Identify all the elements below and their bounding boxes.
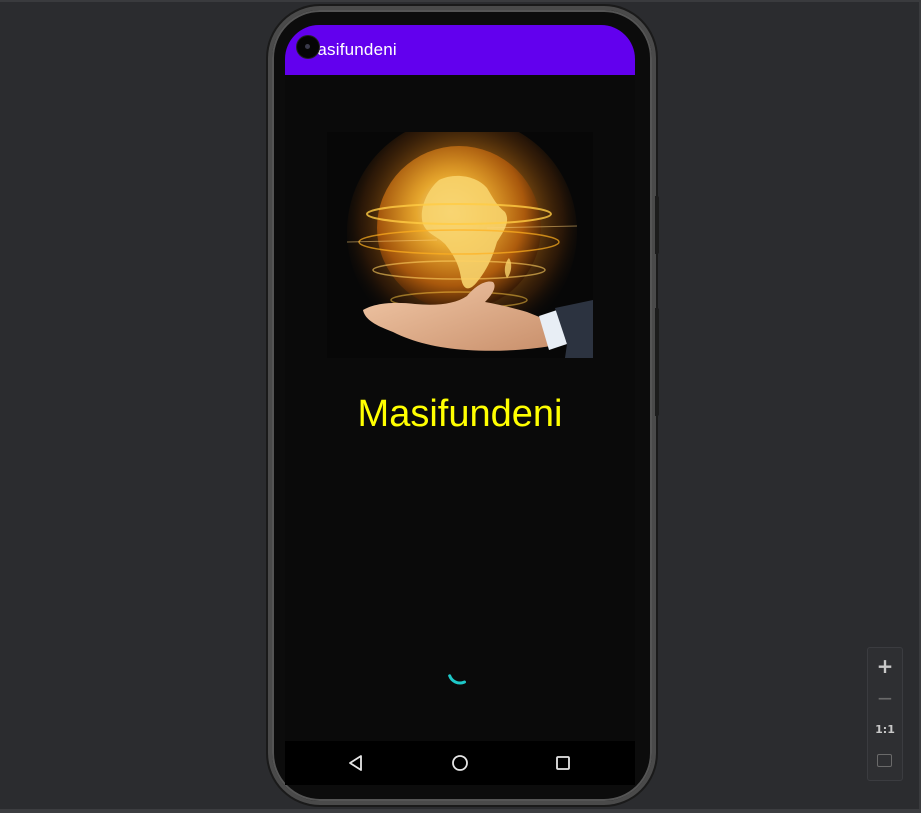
device-screen: Masifundeni Masifundeni xyxy=(285,25,635,785)
fit-screen-icon xyxy=(877,754,892,767)
volume-button[interactable] xyxy=(655,196,659,254)
zoom-in-button[interactable]: + xyxy=(868,650,902,682)
back-triangle-icon[interactable] xyxy=(344,751,368,775)
zoom-controls: + − 1:1 xyxy=(867,647,903,781)
system-navigation-bar xyxy=(285,741,635,785)
actual-size-button[interactable]: 1:1 xyxy=(868,714,902,746)
hero-illustration xyxy=(327,132,593,358)
emulator-canvas: Masifundeni Masifundeni + − 1:1 xyxy=(0,0,921,813)
front-camera-icon xyxy=(297,36,319,58)
power-button[interactable] xyxy=(655,308,659,416)
fit-screen-button[interactable] xyxy=(868,746,902,778)
home-circle-icon[interactable] xyxy=(448,751,472,775)
globe-in-hand-image xyxy=(327,132,593,358)
recents-square-icon[interactable] xyxy=(551,751,575,775)
camera-lens xyxy=(305,44,310,49)
canvas-bottom-border xyxy=(0,809,921,813)
canvas-top-border xyxy=(0,0,921,2)
app-bar: Masifundeni xyxy=(285,25,635,75)
zoom-out-button[interactable]: − xyxy=(868,682,902,714)
app-name-heading: Masifundeni xyxy=(357,393,563,435)
loading-spinner xyxy=(448,666,473,685)
